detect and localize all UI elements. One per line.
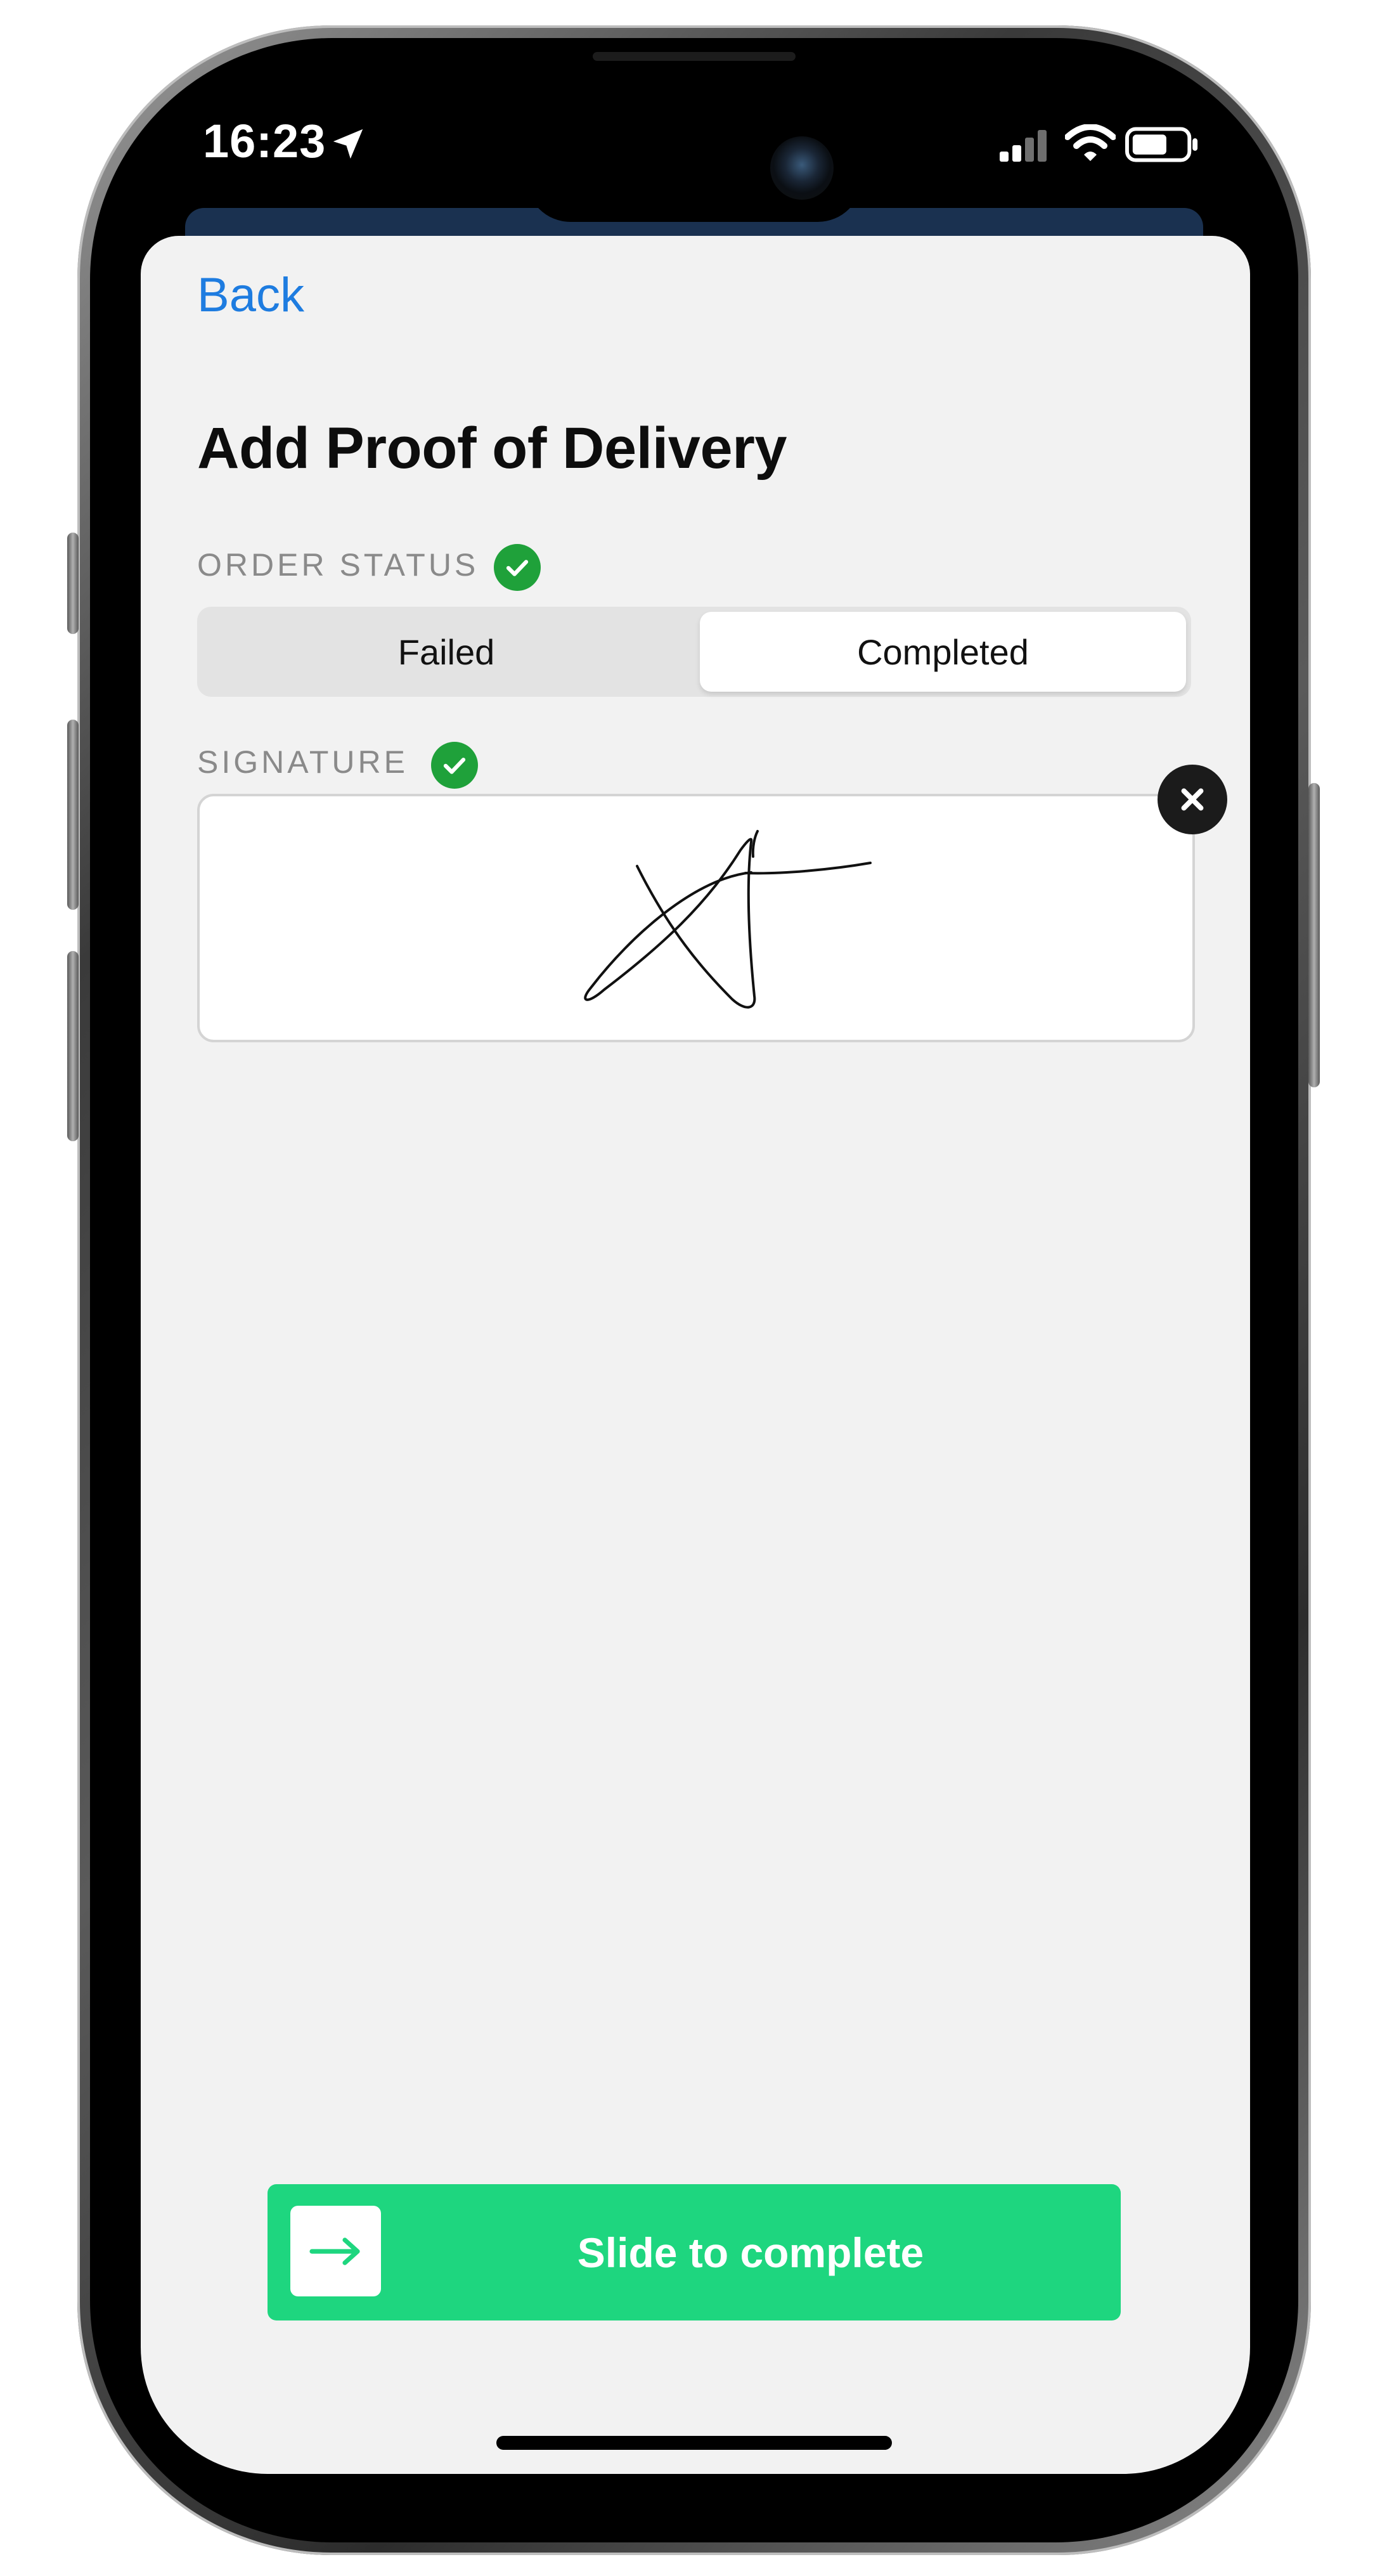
order-status-segmented-control: Failed Completed bbox=[197, 607, 1191, 697]
volume-down-button bbox=[67, 951, 79, 1141]
close-icon bbox=[1181, 788, 1204, 811]
location-arrow-icon bbox=[333, 129, 363, 159]
arrow-right-icon bbox=[309, 2237, 360, 2265]
clear-signature-button[interactable] bbox=[1158, 765, 1227, 834]
battery-icon bbox=[1125, 127, 1198, 162]
slide-to-complete-label: Slide to complete bbox=[577, 2229, 924, 2276]
volume-up-button bbox=[67, 720, 79, 910]
wifi-icon bbox=[1065, 124, 1116, 161]
status-time: 16:23 bbox=[203, 115, 326, 167]
mute-switch bbox=[67, 533, 79, 634]
signature-stroke bbox=[584, 830, 872, 1009]
order-status-check-icon bbox=[494, 544, 541, 591]
page-title: Add Proof of Delivery bbox=[197, 416, 787, 481]
home-indicator[interactable] bbox=[496, 2436, 892, 2450]
slide-handle[interactable] bbox=[290, 2206, 381, 2296]
status-option-completed[interactable]: Completed bbox=[700, 612, 1186, 692]
signature-label: SIGNATURE bbox=[197, 744, 408, 780]
status-option-failed[interactable]: Failed bbox=[202, 612, 690, 692]
cellular-signal-icon bbox=[1000, 130, 1047, 162]
power-button bbox=[1308, 783, 1320, 1087]
signature-pad[interactable] bbox=[197, 794, 1195, 1042]
front-camera bbox=[770, 136, 834, 200]
order-status-label: ORDER STATUS bbox=[197, 547, 479, 583]
earpiece-speaker bbox=[593, 52, 796, 61]
signature-check-icon bbox=[431, 742, 478, 789]
back-button[interactable]: Back bbox=[197, 268, 304, 323]
